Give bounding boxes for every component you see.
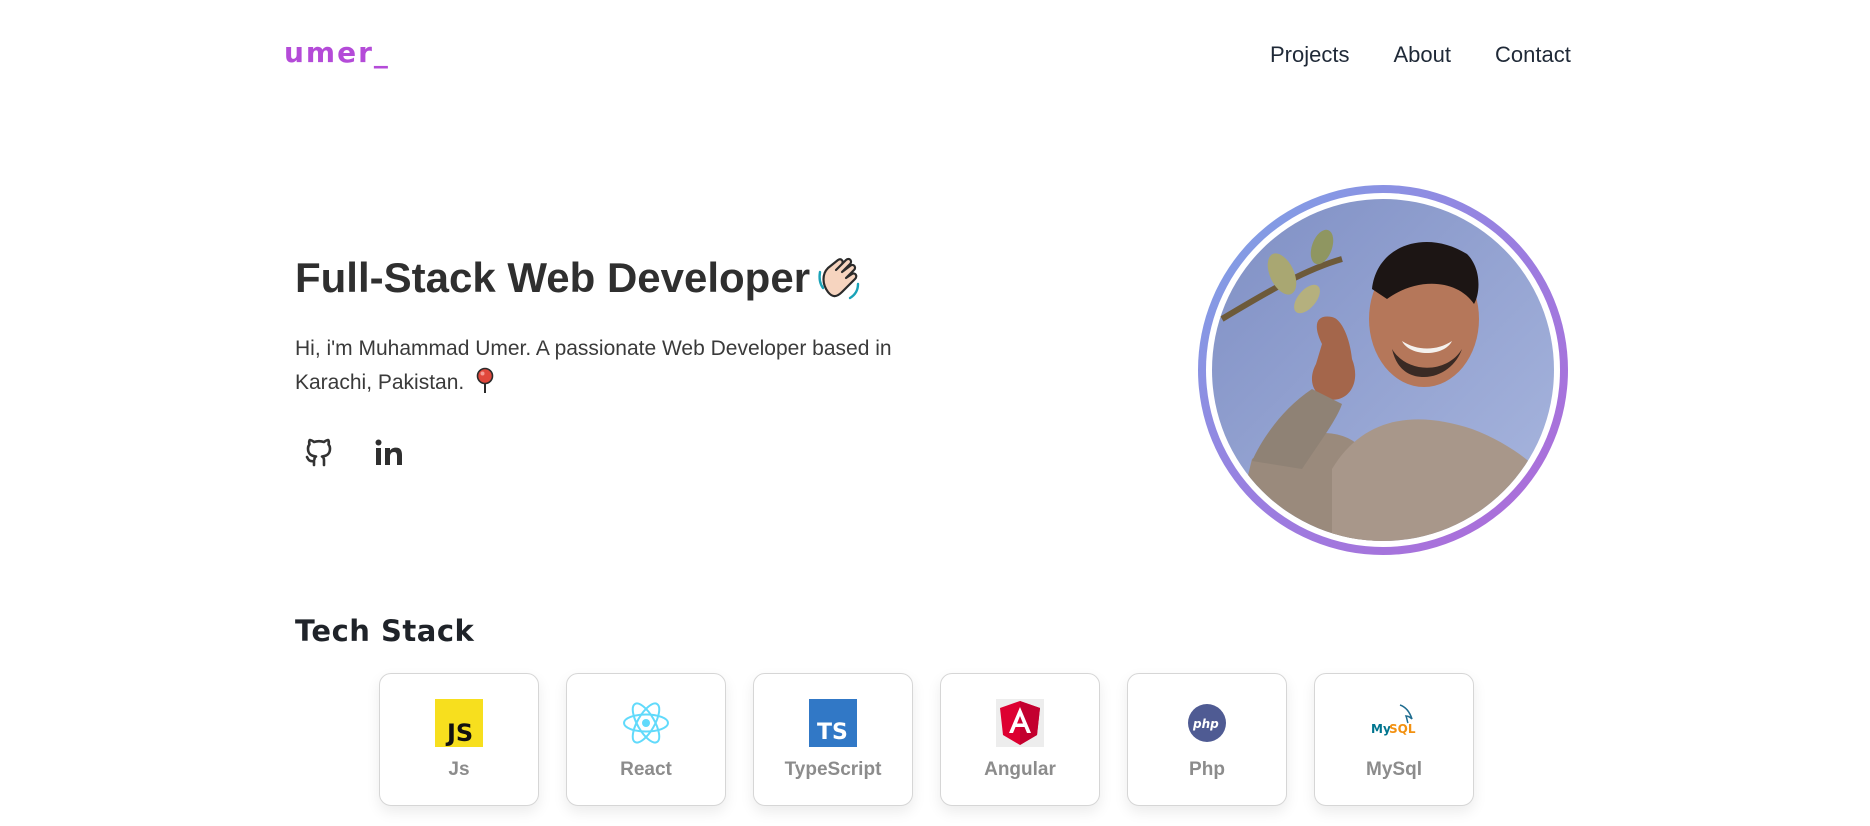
svg-text:TS: TS — [817, 720, 848, 745]
mysql-icon: My SQL — [1370, 699, 1418, 747]
tech-name: MySql — [1366, 759, 1422, 780]
tech-card-js[interactable]: JS Js — [379, 673, 539, 806]
svg-text:php: php — [1192, 717, 1219, 731]
nav-contact-link[interactable]: Contact — [1495, 42, 1571, 68]
avatar-border — [1206, 193, 1560, 547]
tech-name: Php — [1189, 759, 1225, 780]
nav-projects-link[interactable]: Projects — [1270, 42, 1349, 68]
avatar-photo — [1212, 199, 1554, 541]
svg-text:JS: JS — [445, 719, 473, 747]
tech-card-mysql[interactable]: My SQL MySql — [1314, 673, 1474, 806]
site-logo[interactable]: umer_ — [284, 36, 390, 69]
hero-intro-text: Hi, i'm Muhammad Umer. A passionate Web … — [295, 337, 892, 394]
svg-text:SQL: SQL — [1389, 722, 1416, 736]
tech-name: TypeScript — [784, 759, 882, 780]
tech-card-react[interactable]: React — [566, 673, 726, 806]
nav-about-link[interactable]: About — [1393, 42, 1451, 68]
linkedin-icon[interactable] — [372, 436, 406, 470]
react-icon — [622, 699, 670, 747]
angular-icon — [996, 699, 1044, 747]
github-icon[interactable] — [302, 436, 336, 470]
tech-name: Angular — [984, 759, 1056, 780]
tech-card-typescript[interactable]: TS TypeScript — [753, 673, 913, 806]
tech-name: React — [620, 759, 672, 780]
tech-card-angular[interactable]: Angular — [940, 673, 1100, 806]
tech-name: Js — [448, 759, 470, 780]
php-icon: php — [1183, 699, 1231, 747]
tech-card-php[interactable]: php Php — [1127, 673, 1287, 806]
hero-intro: Hi, i'm Muhammad Umer. A passionate Web … — [295, 332, 935, 400]
profile-photo-illustration — [1212, 199, 1554, 541]
avatar-frame — [1198, 185, 1568, 555]
pin-icon — [476, 367, 494, 393]
waving-hand-icon — [818, 257, 860, 300]
hero-title: Full-Stack Web Developer — [295, 252, 866, 304]
hero-title-text: Full-Stack Web Developer — [295, 254, 811, 301]
main-nav: Projects About Contact — [1270, 42, 1571, 68]
svg-text:My: My — [1371, 722, 1391, 736]
social-links — [302, 436, 406, 470]
tech-stack-list: JS Js React TS TypeScript Angular php Ph… — [379, 673, 1474, 806]
tech-stack-title: Tech Stack — [295, 614, 475, 648]
javascript-icon: JS — [435, 699, 483, 747]
typescript-icon: TS — [809, 699, 857, 747]
